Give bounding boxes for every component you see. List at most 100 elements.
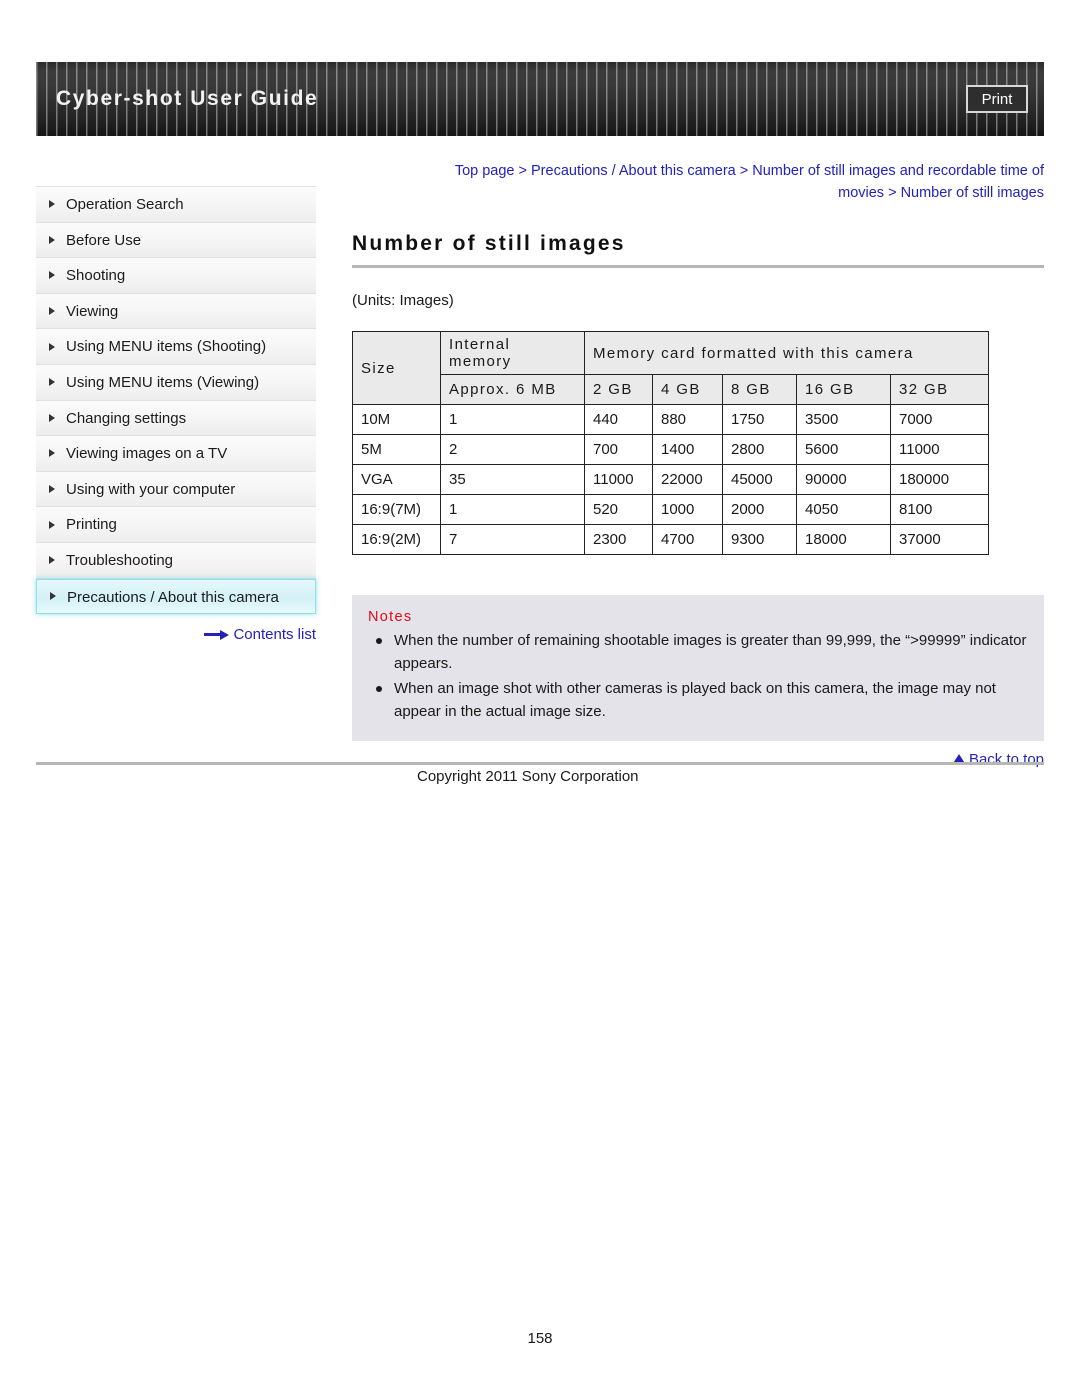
app-title: Cyber-shot User Guide (56, 87, 319, 110)
right-arrow-icon (204, 630, 230, 641)
table-header-internal-memory: Internal memory (440, 331, 585, 375)
table-header-capacity-2gb: 2 GB (584, 374, 653, 405)
sidebar-item-using-menu-items-shooting[interactable]: Using MENU items (Shooting) (36, 329, 316, 365)
note-item: When the number of remaining shootable i… (368, 629, 1028, 675)
table-row: 10M 1 440 880 1750 3500 7000 (352, 404, 990, 435)
contents-list-link[interactable]: Contents list (36, 626, 316, 643)
cell-4gb: 880 (652, 404, 723, 435)
sidebar-item-label: Before Use (66, 231, 142, 249)
table-row: 16:9(7M) 1 520 1000 2000 4050 8100 (352, 494, 990, 525)
sidebar-item-label: Using with your computer (66, 480, 236, 498)
breadcrumb[interactable]: Top page > Precautions / About this came… (352, 160, 1044, 204)
cell-size: 5M (352, 434, 441, 465)
note-item: When an image shot with other cameras is… (368, 677, 1028, 723)
sidebar-item-using-with-your-computer[interactable]: Using with your computer (36, 471, 316, 508)
print-button[interactable]: Print (966, 85, 1028, 113)
sidebar-item-changing-settings[interactable]: Changing settings (36, 400, 316, 437)
table-header-row-1: Size Internal memory Memory card formatt… (352, 331, 990, 405)
sidebar: Operation Search Before Use Shooting Vie… (36, 186, 316, 643)
sidebar-item-label: Precautions / About this camera (67, 588, 279, 606)
notes-list: When the number of remaining shootable i… (368, 629, 1028, 723)
sidebar-item-viewing-images-on-a-tv[interactable]: Viewing images on a TV (36, 436, 316, 472)
cell-8gb: 9300 (722, 524, 797, 555)
sidebar-item-label: Troubleshooting (66, 551, 174, 569)
contents-list-label: Contents list (233, 626, 316, 644)
table-header-memory-card: Memory card formatted with this camera (583, 331, 990, 375)
page-number: 158 (527, 1330, 553, 1347)
cell-4gb: 22000 (652, 464, 723, 495)
cell-16gb: 5600 (796, 434, 891, 465)
table-header-capacity-32gb: 32 GB (889, 374, 990, 405)
sidebar-item-label: Shooting (66, 267, 126, 285)
cell-2gb: 2300 (584, 524, 653, 555)
table-header-capacity-4gb: 4 GB (652, 374, 723, 405)
cell-internal: 35 (440, 464, 585, 495)
cell-16gb: 18000 (796, 524, 891, 555)
cell-2gb: 11000 (584, 464, 653, 495)
back-to-top-link[interactable]: Back to top (352, 751, 1044, 768)
cell-2gb: 440 (584, 404, 653, 435)
sidebar-item-label: Operation Search (66, 196, 184, 213)
notes-title: Notes (368, 609, 413, 625)
main-content: Top page > Precautions / About this came… (352, 160, 1044, 768)
cell-8gb: 2000 (722, 494, 797, 525)
cell-internal: 7 (440, 524, 585, 555)
cell-size: VGA (352, 464, 441, 495)
cell-16gb: 90000 (796, 464, 891, 495)
table-head: Size Internal memory Memory card formatt… (352, 331, 990, 405)
sidebar-item-before-use[interactable]: Before Use (36, 222, 316, 259)
table-header-size: Size (352, 331, 441, 405)
cell-8gb: 2800 (722, 434, 797, 465)
table-row: 5M 2 700 1400 2800 5600 11000 (352, 434, 990, 465)
sidebar-nav-list: Operation Search Before Use Shooting Vie… (36, 186, 316, 615)
breadcrumb-line-2: movies > Number of still images (838, 185, 1044, 201)
cell-4gb: 1000 (652, 494, 723, 525)
sidebar-item-label: Printing (66, 516, 117, 534)
table-header-capacity-16gb: 16 GB (796, 374, 891, 405)
breadcrumb-line-1: Top page > Precautions / About this came… (454, 163, 1044, 179)
table-header-capacity-8gb: 8 GB (722, 374, 797, 405)
sidebar-item-troubleshooting[interactable]: Troubleshooting (36, 542, 316, 579)
table-row: 16:9(2M) 7 2300 4700 9300 18000 37000 (352, 524, 990, 555)
cell-internal: 2 (440, 434, 585, 465)
table-header-row-2: Approx. 6 MB 2 GB 4 GB 8 GB 16 GB 32 GB (353, 374, 990, 405)
sidebar-item-label: Using MENU items (Viewing) (66, 373, 260, 391)
footer-divider (36, 762, 1044, 765)
sidebar-item-precautions-about-this-camera[interactable]: Precautions / About this camera (36, 578, 316, 615)
cell-16gb: 4050 (796, 494, 891, 525)
still-images-table: Size Internal memory Memory card formatt… (352, 331, 990, 555)
cell-16gb: 3500 (796, 404, 891, 435)
units-note: (Units: Images) (352, 292, 454, 309)
cell-internal: 1 (440, 404, 585, 435)
table-header-internal-capacity: Approx. 6 MB (440, 374, 585, 405)
page-root: Cyber-shot User Guide Print Operation Se… (0, 0, 1080, 1397)
notes-box: Notes When the number of remaining shoot… (352, 595, 1044, 741)
cell-32gb: 37000 (889, 524, 990, 555)
cell-8gb: 1750 (722, 404, 797, 435)
cell-internal: 1 (440, 494, 585, 525)
sidebar-item-printing[interactable]: Printing (36, 507, 316, 543)
copyright-text: Copyright 2011 Sony Corporation (417, 768, 639, 785)
sidebar-item-shooting[interactable]: Shooting (36, 258, 316, 294)
sidebar-item-label: Viewing (66, 302, 119, 320)
cell-size: 16:9(7M) (352, 494, 441, 525)
cell-8gb: 45000 (722, 464, 797, 495)
cell-4gb: 4700 (652, 524, 723, 555)
back-to-top-label: Back to top (968, 751, 1044, 768)
table-body: 10M 1 440 880 1750 3500 7000 5M 2 700 14… (352, 404, 990, 555)
sidebar-item-operation-search[interactable]: Operation Search (36, 187, 316, 223)
sidebar-item-label: Viewing images on a TV (66, 445, 228, 463)
cell-size: 10M (352, 404, 441, 435)
sidebar-item-label: Changing settings (66, 409, 187, 427)
sidebar-item-viewing[interactable]: Viewing (36, 293, 316, 330)
cell-32gb: 7000 (889, 404, 990, 435)
sidebar-item-label: Using MENU items (Shooting) (66, 338, 267, 356)
cell-2gb: 700 (584, 434, 653, 465)
cell-size: 16:9(2M) (352, 524, 441, 555)
app-header-banner: Cyber-shot User Guide Print (36, 62, 1044, 136)
sidebar-item-using-menu-items-viewing[interactable]: Using MENU items (Viewing) (36, 364, 316, 401)
cell-32gb: 180000 (889, 464, 990, 495)
page-title: Number of still images (352, 232, 1044, 268)
cell-4gb: 1400 (652, 434, 723, 465)
table-row: VGA 35 11000 22000 45000 90000 180000 (352, 464, 990, 495)
